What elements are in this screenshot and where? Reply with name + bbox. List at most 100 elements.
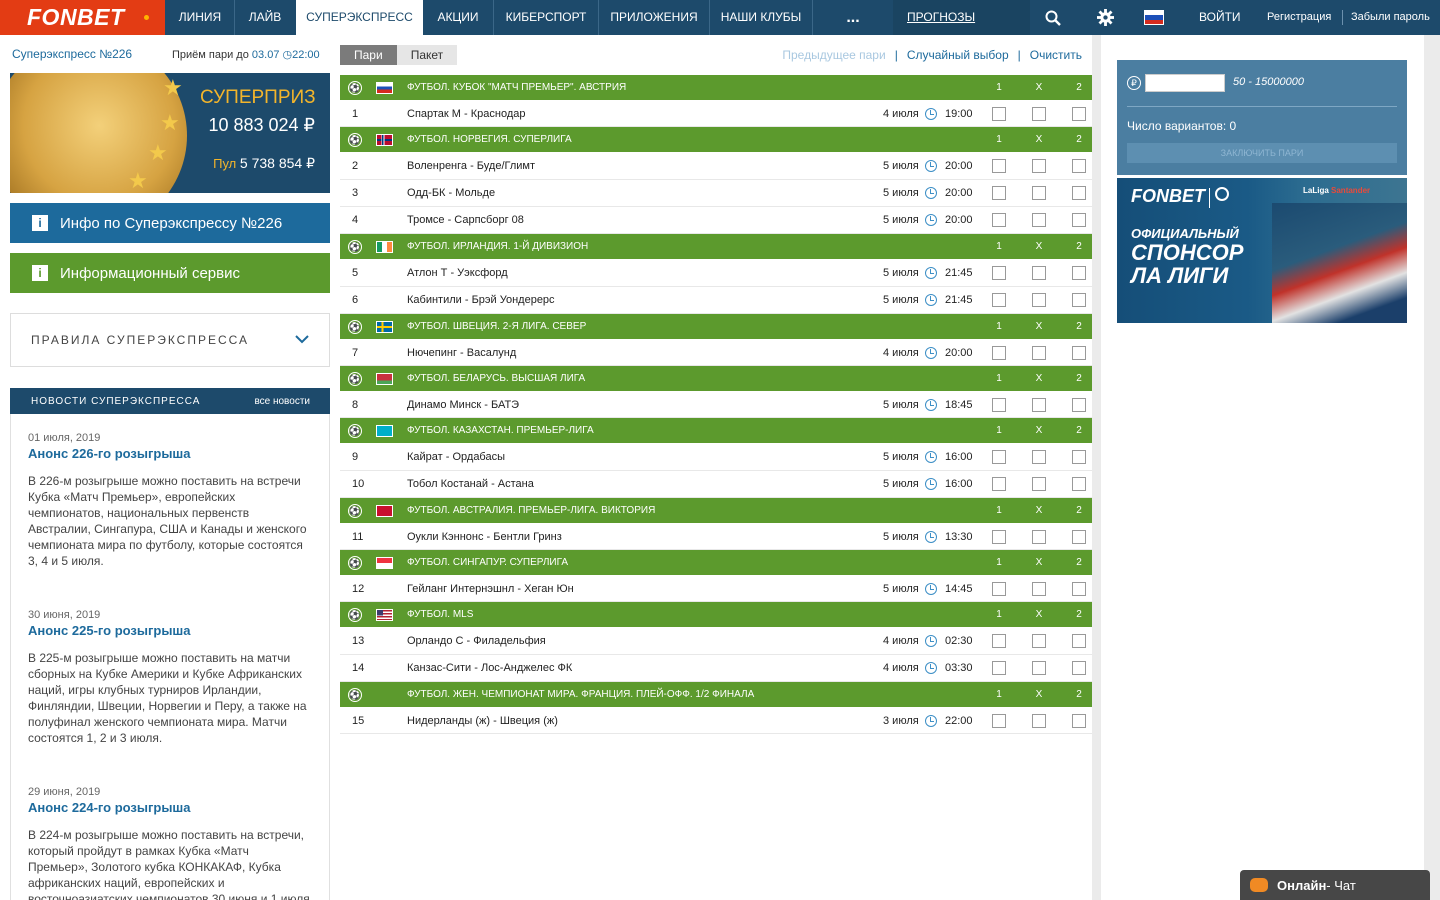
event-date: 4 июля <box>883 662 919 674</box>
gear-icon[interactable] <box>1092 0 1118 35</box>
outcome-1-checkbox[interactable] <box>992 107 1006 121</box>
outcome-2-checkbox[interactable] <box>1072 107 1086 121</box>
outcome-1-checkbox[interactable] <box>992 346 1006 360</box>
outcome-x-checkbox[interactable] <box>1032 293 1046 307</box>
outcome-2-checkbox[interactable] <box>1072 266 1086 280</box>
outcome-x-checkbox[interactable] <box>1032 714 1046 728</box>
clock-icon <box>925 108 937 120</box>
event-row: 5 Атлон Т - Уэксфорд 5 июля 21:45 <box>340 260 1092 287</box>
outcome-x-checkbox[interactable] <box>1032 107 1046 121</box>
info-superexpress-button[interactable]: i Инфо по Суперэкспрессу №226 <box>10 203 330 243</box>
outcome-x-checkbox[interactable] <box>1032 398 1046 412</box>
tab-bet[interactable]: Пари <box>340 45 397 65</box>
outcome-1-checkbox[interactable] <box>992 293 1006 307</box>
outcome-2-checkbox[interactable] <box>1072 714 1086 728</box>
league-header: ⚽ ФУТБОЛ. ИРЛАНДИЯ. 1-Й ДИВИЗИОН 1 X 2 <box>340 234 1092 260</box>
search-icon[interactable] <box>1040 0 1066 35</box>
register-link[interactable]: Регистрация <box>1267 0 1331 35</box>
outcome-1-checkbox[interactable] <box>992 477 1006 491</box>
league-header: ⚽ ФУТБОЛ. КАЗАХСТАН. ПРЕМЬЕР-ЛИГА 1 X 2 <box>340 418 1092 444</box>
news-item: 01 июля, 2019 Анонс 226-го розыгрыша В 2… <box>11 414 329 591</box>
outcome-2-checkbox[interactable] <box>1072 450 1086 464</box>
logo-dot <box>144 15 149 20</box>
event-name: Воленренга - Буде/Глимт <box>407 160 536 172</box>
event-row: 13 Орландо С - Филадельфия 4 июля 02:30 <box>340 628 1092 655</box>
login-link[interactable]: ВОЙТИ <box>1199 0 1241 35</box>
banner-line-3: ЛА ЛИГИ <box>1131 263 1229 288</box>
outcome-1-checkbox[interactable] <box>992 186 1006 200</box>
event-time: 19:00 <box>945 108 973 120</box>
outcome-1-checkbox[interactable] <box>992 582 1006 596</box>
nav-cybersport[interactable]: КИБЕРСПОРТ <box>494 0 598 35</box>
superexpress-title: Суперэкспресс №226 <box>12 47 133 61</box>
outcome-x-checkbox[interactable] <box>1032 530 1046 544</box>
outcome-x-checkbox[interactable] <box>1032 186 1046 200</box>
outcome-2-checkbox[interactable] <box>1072 293 1086 307</box>
outcome-1-checkbox[interactable] <box>992 450 1006 464</box>
se-flag-icon <box>376 321 393 333</box>
event-date: 5 июля <box>883 451 919 463</box>
clear-link[interactable]: Очистить <box>1030 48 1082 62</box>
outcome-1-checkbox[interactable] <box>992 213 1006 227</box>
nav-superexpress[interactable]: СУПЕРЭКСПРЕСС <box>296 0 423 35</box>
nav-forecasts[interactable]: ПРОГНОЗЫ <box>893 0 1030 35</box>
outcome-x-checkbox[interactable] <box>1032 346 1046 360</box>
forgot-password-link[interactable]: Забыли пароль <box>1351 0 1430 35</box>
place-bet-button[interactable]: ЗАКЛЮЧИТЬ ПАРИ <box>1127 143 1397 163</box>
outcome-2-checkbox[interactable] <box>1072 213 1086 227</box>
outcome-2-checkbox[interactable] <box>1072 186 1086 200</box>
outcome-2-checkbox[interactable] <box>1072 346 1086 360</box>
outcome-2-checkbox[interactable] <box>1072 661 1086 675</box>
outcome-header: X <box>1035 557 1043 568</box>
outcome-1-checkbox[interactable] <box>992 266 1006 280</box>
all-news-link[interactable]: все новости <box>254 396 310 407</box>
rules-accordion[interactable]: ПРАВИЛА СУПЕРЭКСПРЕССА <box>10 313 330 367</box>
outcome-x-checkbox[interactable] <box>1032 159 1046 173</box>
deadline: Приём пари до 03.07 ◷22:00 <box>172 48 320 61</box>
event-row: 11 Оукли Кэннонс - Бентли Гринз 5 июля 13:3… <box>340 524 1092 550</box>
outcome-x-checkbox[interactable] <box>1032 477 1046 491</box>
online-chat-button[interactable]: Онлайн - Чат <box>1240 870 1430 900</box>
outcome-x-checkbox[interactable] <box>1032 661 1046 675</box>
random-choice-link[interactable]: Случайный выбор <box>907 48 1009 62</box>
nav-more-icon[interactable]: ... <box>813 0 893 35</box>
news-title-link[interactable]: Анонс 224-го розыгрыша <box>28 800 312 815</box>
outcome-2-checkbox[interactable] <box>1072 398 1086 412</box>
laliga-sponsor-banner[interactable]: FONBET LaLiga Santander ОФИЦИАЛЬНЫЙ СПОН… <box>1117 178 1407 323</box>
tab-package[interactable]: Пакет <box>396 45 458 65</box>
outcome-1-checkbox[interactable] <box>992 530 1006 544</box>
superprize-amount: 10 883 024 ₽ <box>208 115 315 135</box>
outcome-1-checkbox[interactable] <box>992 714 1006 728</box>
outcome-2-checkbox[interactable] <box>1072 530 1086 544</box>
news-title-link[interactable]: Анонс 226-го розыгрыша <box>28 446 312 461</box>
outcome-2-checkbox[interactable] <box>1072 477 1086 491</box>
nav-promotions[interactable]: АКЦИИ <box>423 0 493 35</box>
info-service-button[interactable]: i Информационный сервис <box>10 253 330 293</box>
russia-flag-icon[interactable] <box>1144 10 1164 25</box>
nav-apps[interactable]: ПРИЛОЖЕНИЯ <box>599 0 709 35</box>
previous-bet-link[interactable]: Предыдущее пари <box>782 48 885 62</box>
outcome-header: X <box>1035 505 1043 516</box>
event-number: 11 <box>352 531 364 543</box>
outcome-x-checkbox[interactable] <box>1032 213 1046 227</box>
outcome-1-checkbox[interactable] <box>992 661 1006 675</box>
fonbet-logo[interactable]: FONBET <box>0 0 165 35</box>
outcome-1-checkbox[interactable] <box>992 398 1006 412</box>
outcome-x-checkbox[interactable] <box>1032 582 1046 596</box>
outcome-1-checkbox[interactable] <box>992 634 1006 648</box>
outcome-x-checkbox[interactable] <box>1032 634 1046 648</box>
nav-live[interactable]: ЛАЙВ <box>235 0 295 35</box>
outcome-2-checkbox[interactable] <box>1072 582 1086 596</box>
outcome-2-checkbox[interactable] <box>1072 159 1086 173</box>
nav-our-clubs[interactable]: НАШИ КЛУБЫ <box>710 0 812 35</box>
outcome-x-checkbox[interactable] <box>1032 450 1046 464</box>
bet-coupon: Пари Пакет Предыдущее пари | Случайный в… <box>340 35 1092 900</box>
outcome-x-checkbox[interactable] <box>1032 266 1046 280</box>
nav-line[interactable]: ЛИНИЯ <box>166 0 234 35</box>
stake-input[interactable] <box>1145 74 1225 92</box>
event-date: 5 июля <box>883 583 919 595</box>
news-title-link[interactable]: Анонс 225-го розыгрыша <box>28 623 312 638</box>
outcome-2-checkbox[interactable] <box>1072 634 1086 648</box>
outcome-1-checkbox[interactable] <box>992 159 1006 173</box>
outcome-header: 2 <box>1076 425 1082 436</box>
